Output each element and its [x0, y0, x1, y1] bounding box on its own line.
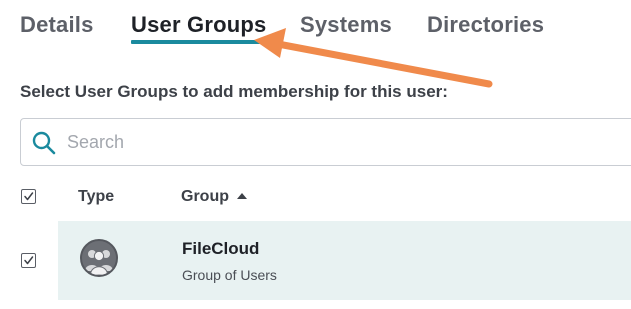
tab-user-groups[interactable]: User Groups [131, 12, 266, 38]
column-header-group-label: Group [181, 188, 229, 205]
instruction-text: Select User Groups to add membership for… [20, 82, 448, 101]
search-icon [31, 130, 57, 156]
row-checkbox[interactable] [21, 253, 36, 268]
user-group-icon [80, 239, 118, 277]
tab-bar: Details User Groups Systems Directories [0, 0, 631, 50]
active-tab-indicator [131, 40, 261, 44]
group-name: FileCloud [182, 239, 260, 258]
tab-directories[interactable]: Directories [427, 12, 544, 38]
select-all-checkbox[interactable] [21, 189, 36, 204]
sort-ascending-icon[interactable] [237, 193, 247, 199]
column-header-group[interactable]: Group [181, 188, 247, 206]
tab-systems[interactable]: Systems [300, 12, 392, 38]
checkmark-icon [24, 256, 34, 265]
group-description: Group of Users [182, 267, 277, 283]
column-header-type[interactable]: Type [78, 188, 114, 206]
table-row[interactable]: FileCloud Group of Users [58, 221, 631, 300]
checkmark-icon [24, 192, 34, 201]
tab-details[interactable]: Details [20, 12, 94, 38]
search-box[interactable] [20, 118, 631, 166]
search-input[interactable] [67, 126, 607, 158]
user-groups-panel: Details User Groups Systems Directories … [0, 0, 631, 309]
